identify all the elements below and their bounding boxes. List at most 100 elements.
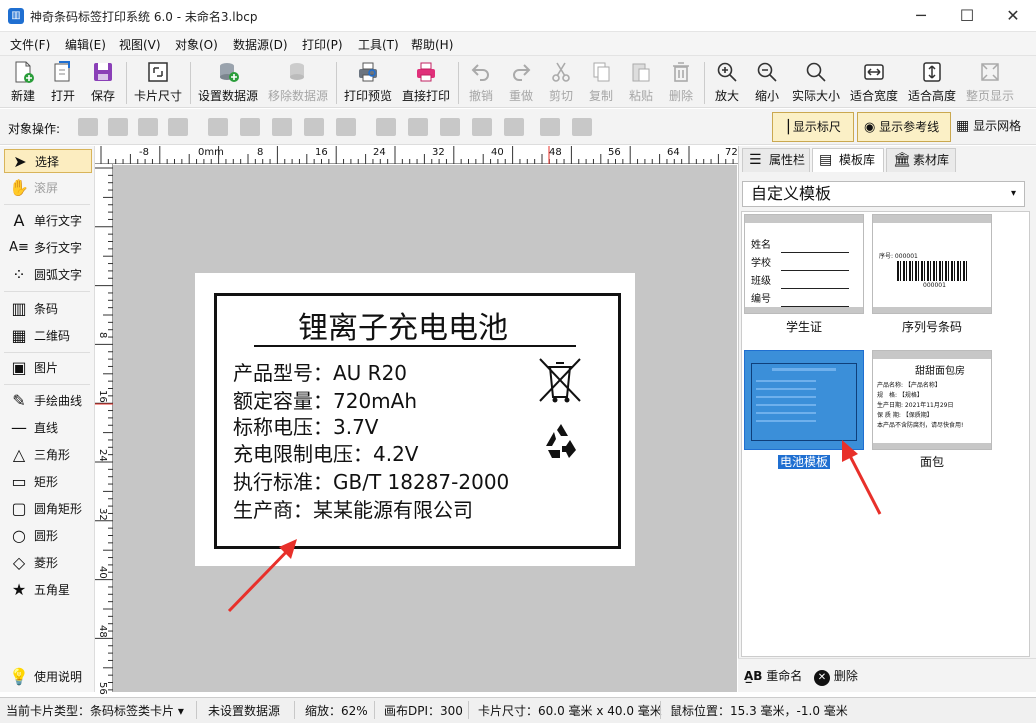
layer-top-icon[interactable] [138,118,158,136]
layer-up-icon[interactable] [78,118,98,136]
template-thumb-serial[interactable]: 序号: 000001 000001 [872,214,992,314]
template-icon: ▤ [819,152,833,168]
tool-diamond[interactable]: ◇ 菱形 [4,551,92,575]
tool-star[interactable]: ★ 五角星 [4,578,92,602]
template-name-bread[interactable]: 面包 [872,453,992,470]
template-thumb-student[interactable]: 姓名 学校 班级 编号 [744,214,864,314]
save-button[interactable]: 保存 [86,60,120,106]
template-name-serial[interactable]: 序列号条码 [872,318,992,335]
menu-file[interactable]: 文件(F) [10,36,50,53]
template-thumb-bread[interactable]: 甜甜面包房 产品名称: 【产品名称】 规 格: 【规格】 生产日期: 2021年… [872,350,992,450]
label-line-capacity[interactable]: 额定容量：720mAh [233,385,417,414]
tab-properties[interactable]: ☰ 属性栏 [742,148,810,172]
new-button[interactable]: 新建 [6,60,40,106]
fit-width-button[interactable]: 适合宽度 [848,60,900,106]
recycle-icon[interactable] [540,420,582,462]
tool-select[interactable]: ➤ 选择 [4,149,92,173]
tool-circle[interactable]: ○ 圆形 [4,524,92,548]
fit-height-label: 适合高度 [907,89,956,103]
zoom-in-button[interactable]: 放大 [710,60,744,106]
label-title[interactable]: 锂离子充电电池 [298,303,508,347]
maximize-button[interactable]: ☐ [944,0,990,32]
layer-down-icon[interactable] [108,118,128,136]
tool-barcode[interactable]: ▥ 条码 [4,297,92,321]
menu-view[interactable]: 视图(V) [119,36,161,53]
tool-arc-text[interactable]: ⁘ 圆弧文字 [4,263,92,287]
tab-materials[interactable]: 🏛 素材库 [886,148,956,172]
center-icon[interactable] [504,118,524,136]
tool-image[interactable]: ▣ 图片 [4,356,92,380]
print-preview-button[interactable]: 打印预览 [342,60,394,106]
group-icon[interactable] [540,118,560,136]
tool-freehand[interactable]: ✎ 手绘曲线 [4,389,92,413]
template-thumb-battery[interactable] [744,350,864,450]
tool-scroll[interactable]: ✋ 滚屏 [4,176,92,200]
align-left-icon[interactable] [208,118,228,136]
close-button[interactable]: ✕ [990,0,1036,32]
h-tick-label: 64 [667,147,680,158]
menu-edit[interactable]: 编辑(E) [65,36,106,53]
full-page-button[interactable]: 整页显示 [964,60,1016,106]
tool-single-line-text-label: 单行文字 [34,214,83,228]
ungroup-icon[interactable] [572,118,592,136]
delete-template-button[interactable]: ✕ 删除 [814,665,858,687]
label-line-manufacturer[interactable]: 生产商：某某能源有限公司 [233,494,473,523]
minimize-button[interactable]: ─ [898,0,944,32]
object-ops-bar: 对象操作: ▕ 显示标尺 ◉ 显示参考线 ▦ 显示网格 [0,109,1036,145]
horizontal-ruler-ticks [100,146,741,164]
tool-qrcode[interactable]: ▦ 二维码 [4,324,92,348]
eye-icon: ◉ [864,120,876,135]
delete-button[interactable]: 删除 [664,60,698,106]
align-top-icon[interactable] [376,118,396,136]
template-category-select[interactable]: 自定义模板 ▾ [742,181,1025,207]
tool-multi-line-text[interactable]: A≡ 多行文字 [4,236,92,260]
set-datasource-button[interactable]: 设置数据源 [196,60,260,106]
distribute-v-icon[interactable] [472,118,492,136]
zoom-out-button[interactable]: 缩小 [750,60,784,106]
label-line-model[interactable]: 产品型号：AU R20 [233,357,407,386]
h-tick-label: 72 [725,147,738,158]
menu-datasource[interactable]: 数据源(D) [233,36,288,53]
align-center-icon[interactable] [240,118,260,136]
align-bottom-icon[interactable] [440,118,460,136]
label-line-voltage[interactable]: 标称电压：3.7V [233,411,379,440]
distribute-icon[interactable] [304,118,324,136]
tool-rounded-rect[interactable]: ▢ 圆角矩形 [4,497,92,521]
remove-datasource-button[interactable]: 移除数据源 [266,60,330,106]
template-name-student[interactable]: 学生证 [744,318,864,335]
paste-button[interactable]: 粘贴 [624,60,658,106]
show-guides-toggle[interactable]: ◉ 显示参考线 [857,112,951,142]
direct-print-button[interactable]: 直接打印 [400,60,452,106]
tool-help[interactable]: 💡 使用说明 [4,665,92,689]
status-card-type[interactable]: 当前卡片类型：条码标签类卡片 ▾ [6,702,184,719]
actual-size-button[interactable]: 实际大小 [790,60,842,106]
template-name-battery[interactable]: 电池模板 [744,453,864,470]
menu-tools[interactable]: 工具(T) [358,36,399,53]
tool-triangle[interactable]: △ 三角形 [4,443,92,467]
show-grid-toggle[interactable]: ▦ 显示网格 [956,112,1034,142]
align-middle-icon[interactable] [408,118,428,136]
layer-bottom-icon[interactable] [168,118,188,136]
menu-help[interactable]: 帮助(H) [411,36,453,53]
tool-rectangle[interactable]: ▭ 矩形 [4,470,92,494]
title-underline[interactable] [254,345,576,347]
label-line-charge-voltage[interactable]: 充电限制电压：4.2V [233,438,419,467]
no-trash-bin-icon[interactable] [536,355,584,405]
align-right-icon[interactable] [272,118,292,136]
tool-line[interactable]: — 直线 [4,416,92,440]
menu-print[interactable]: 打印(P) [302,36,343,53]
open-button[interactable]: 打开 [46,60,80,106]
fit-height-button[interactable]: 适合高度 [906,60,958,106]
menu-object[interactable]: 对象(O) [175,36,218,53]
cut-button[interactable]: 剪切 [544,60,578,106]
undo-button[interactable]: 撤销 [464,60,498,106]
label-line-standard[interactable]: 执行标准：GB/T 18287-2000 [233,466,509,495]
distribute-h-icon[interactable] [336,118,356,136]
card-size-button[interactable]: 卡片尺寸 [132,60,184,106]
copy-button[interactable]: 复制 [584,60,618,106]
redo-button[interactable]: 重做 [504,60,538,106]
tool-single-line-text[interactable]: A 单行文字 [4,209,92,233]
tab-templates[interactable]: ▤ 模板库 [812,148,884,172]
rename-button[interactable]: A̲B 重命名 [744,665,802,687]
show-ruler-toggle[interactable]: ▕ 显示标尺 [772,112,854,142]
